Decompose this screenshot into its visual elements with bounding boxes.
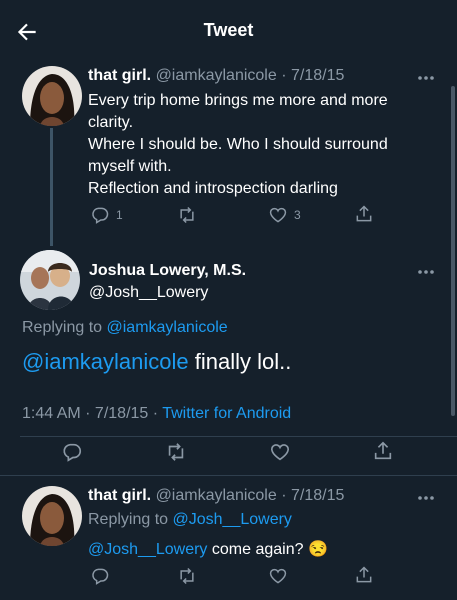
tweet-text-line: Every trip home brings me more and more [88,92,388,109]
avatar[interactable] [20,250,80,310]
mention-link[interactable]: @Josh__Lowery [88,541,207,558]
share-icon[interactable] [372,440,394,462]
reply-icon[interactable] [61,441,83,463]
avatar[interactable] [22,66,82,126]
like-icon[interactable] [269,441,291,463]
tweet-text: Every trip home brings me more and more … [88,90,388,200]
retweet-icon[interactable] [164,441,188,463]
author-handle[interactable]: @iamkaylanicole [156,67,277,84]
tweet-text-line: clarity. [88,114,134,131]
replying-to-line: Replying to @iamkaylanicole [22,319,228,337]
replying-to-line: Replying to @Josh__Lowery [88,511,292,529]
avatar[interactable] [22,486,82,546]
replying-to-handle[interactable]: @Josh__Lowery [173,511,292,528]
mention-link[interactable]: @iamkaylanicole [22,349,189,374]
reply-count: 1 [116,208,123,222]
author-name[interactable]: that girl. [88,67,151,84]
retweet-icon[interactable] [176,566,198,586]
tweet-body: finally lol.. [188,349,292,374]
tweet-text-line: myself with. [88,158,172,175]
tweet-meta: 1:44 AM · 7/18/15 · Twitter for Android [22,405,291,423]
tweet-text-line: Reflection and introspection darling [88,180,338,197]
tweet-timestamp[interactable]: 1:44 AM · 7/18/15 · [22,405,158,422]
like-icon[interactable] [268,205,288,225]
tweet-date[interactable]: · 7/18/15 [281,487,344,504]
tweet-source[interactable]: Twitter for Android [162,405,291,422]
author-name[interactable]: that girl. [88,487,151,504]
replying-to-handle[interactable]: @iamkaylanicole [107,319,228,336]
tweet-text-line: Where I should be. Who I should surround [88,136,388,153]
reply-icon[interactable] [90,205,110,225]
tweet-date[interactable]: · 7/18/15 [281,67,344,84]
thread-line [50,128,53,246]
page-title: Tweet [203,20,254,40]
more-options-icon[interactable] [416,264,436,274]
divider [0,475,457,476]
like-icon[interactable] [268,566,288,586]
retweet-icon[interactable] [176,205,198,225]
share-icon[interactable] [354,565,374,585]
divider [20,436,457,437]
author-handle[interactable]: @Josh__Lowery [89,284,208,302]
tweet-author-line: that girl. @iamkaylanicole · 7/18/15 [88,487,344,505]
like-count: 3 [294,208,301,222]
tweet-author-line: that girl. @iamkaylanicole · 7/18/15 [88,67,344,85]
replying-to-label: Replying to [22,319,103,336]
reply-icon[interactable] [90,566,110,586]
tweet-text: @iamkaylanicole finally lol.. [22,349,291,375]
tweet-text: @Josh__Lowery come again? 😒 [88,539,328,559]
replying-to-label: Replying to [88,511,169,528]
more-options-icon[interactable] [416,490,436,500]
unamused-face-emoji: 😒 [307,541,328,558]
more-options-icon[interactable] [416,70,436,80]
share-icon[interactable] [354,204,374,224]
author-name[interactable]: Joshua Lowery, M.S. [89,262,246,280]
tweet-body: come again? [207,541,304,558]
scrollbar[interactable] [451,86,455,416]
author-handle[interactable]: @iamkaylanicole [156,487,277,504]
top-bar: Tweet [0,0,457,62]
